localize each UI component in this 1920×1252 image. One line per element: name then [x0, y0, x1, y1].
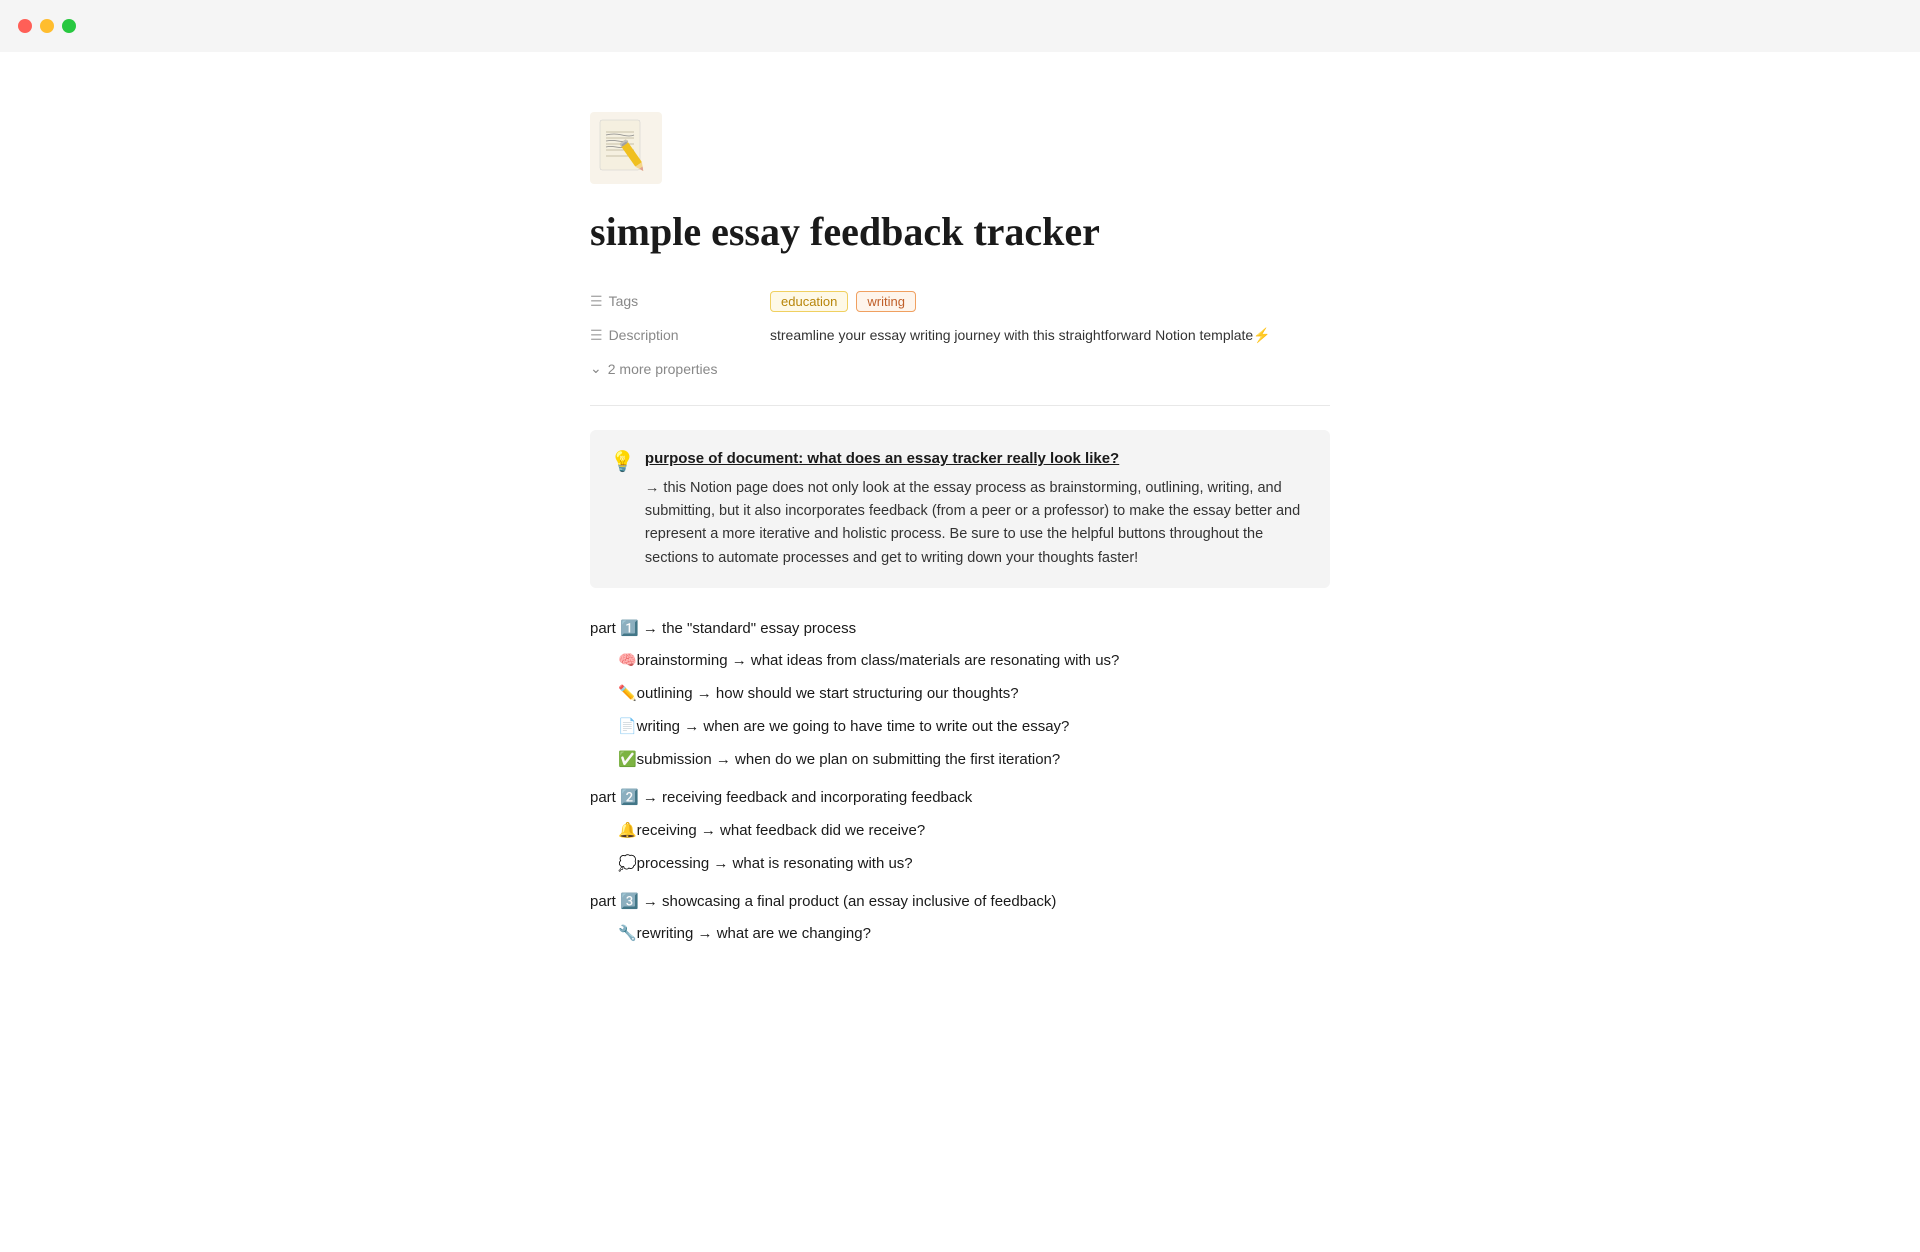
window-chrome — [0, 0, 1920, 52]
callout-title: purpose of document: what does an essay … — [645, 448, 1310, 469]
traffic-lights — [18, 19, 76, 33]
part-header: part 2️⃣ → receiving feedback and incorp… — [590, 785, 1330, 811]
section-divider — [590, 405, 1330, 406]
description-value: streamline your essay writing journey wi… — [770, 327, 1271, 344]
part-header: part 1️⃣ → the "standard" essay process — [590, 616, 1330, 642]
list-item: 🔧rewriting → what are we changing? — [590, 920, 1330, 947]
description-label: ☰ Description — [590, 327, 770, 344]
part-header: part 3️⃣ → showcasing a final product (a… — [590, 889, 1330, 915]
tag-writing[interactable]: writing — [856, 291, 916, 312]
list-item: 📄writing → when are we going to have tim… — [590, 713, 1330, 740]
chevron-down-icon: ⌄ — [590, 360, 602, 377]
body-content: part 1️⃣ → the "standard" essay process 🧠… — [590, 616, 1330, 948]
page-icon — [590, 112, 662, 184]
tag-education[interactable]: education — [770, 291, 848, 312]
tags-row: ☰ Tags education writing — [590, 284, 1330, 318]
page-title: simple essay feedback tracker — [590, 208, 1330, 256]
list-item: 🧠brainstorming → what ideas from class/m… — [590, 647, 1330, 674]
callout-block: 💡 purpose of document: what does an essa… — [590, 430, 1330, 588]
more-properties-toggle[interactable]: ⌄ 2 more properties — [590, 356, 1330, 381]
list-item: ✅submission → when do we plan on submitt… — [590, 746, 1330, 773]
page-icon-svg — [596, 118, 656, 178]
maximize-button[interactable] — [62, 19, 76, 33]
main-content: simple essay feedback tracker ☰ Tags edu… — [510, 52, 1410, 1033]
callout-content: purpose of document: what does an essay … — [645, 448, 1310, 570]
list-item: 🔔receiving → what feedback did we receiv… — [590, 817, 1330, 844]
properties-section: ☰ Tags education writing ☰ Description s… — [590, 284, 1330, 381]
callout-body: → this Notion page does not only look at… — [645, 477, 1310, 570]
description-row: ☰ Description streamline your essay writ… — [590, 318, 1330, 352]
minimize-button[interactable] — [40, 19, 54, 33]
close-button[interactable] — [18, 19, 32, 33]
callout-icon: 💡 — [610, 449, 635, 570]
tags-label: ☰ Tags — [590, 293, 770, 310]
list-item: ✏️outlining → how should we start struct… — [590, 680, 1330, 707]
list-item: 💭processing → what is resonating with us… — [590, 850, 1330, 877]
tags-value: education writing — [770, 291, 916, 312]
description-text: streamline your essay writing journey wi… — [770, 327, 1271, 344]
description-icon: ☰ — [590, 327, 603, 344]
tags-icon: ☰ — [590, 293, 603, 310]
page-icon-container — [590, 112, 1330, 184]
